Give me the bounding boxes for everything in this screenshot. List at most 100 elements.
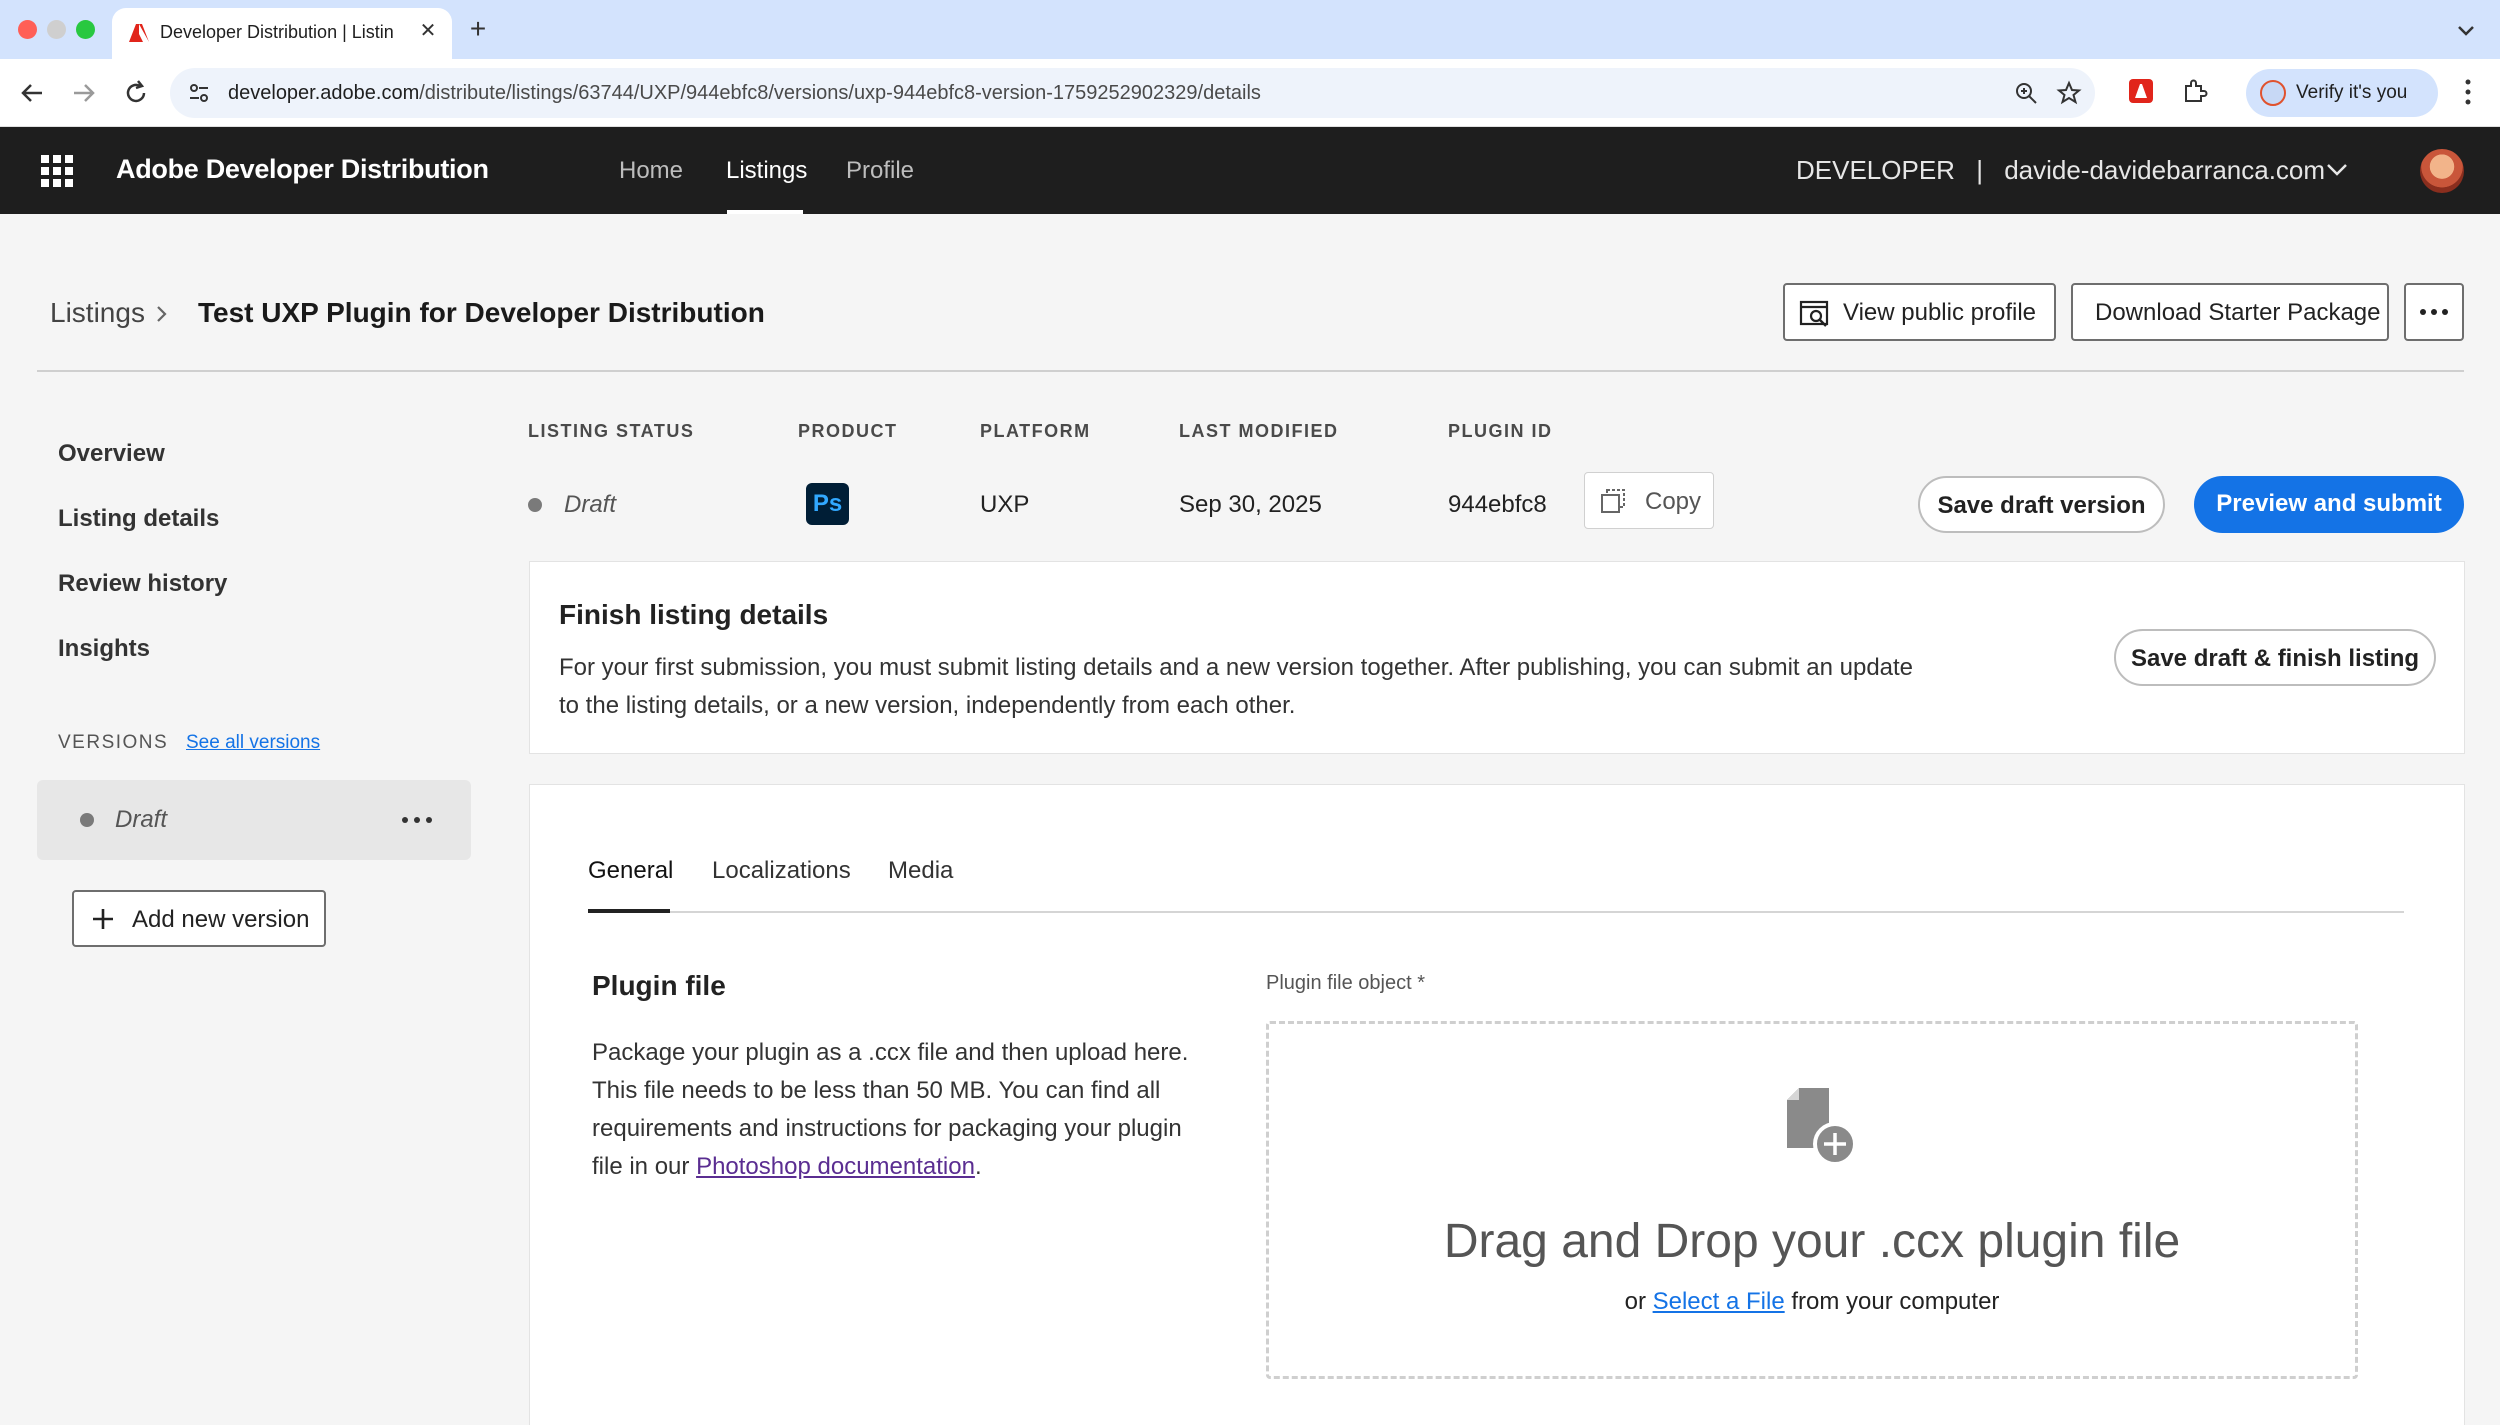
dropzone-or: or bbox=[1624, 1288, 1653, 1315]
header-listing-status: LISTING STATUS bbox=[528, 421, 695, 441]
url-text: developer.adobe.com/distribute/listings/… bbox=[228, 82, 1261, 105]
finish-listing-body: For your first submission, you must subm… bbox=[559, 649, 1939, 725]
status-dot-icon bbox=[80, 813, 94, 827]
tabs-divider bbox=[588, 911, 2404, 913]
platform-value: UXP bbox=[980, 491, 1030, 518]
site-info-icon[interactable] bbox=[186, 80, 212, 106]
version-label: Draft bbox=[115, 806, 168, 833]
finish-body-line-2: to the listing details, or a new version… bbox=[559, 692, 1296, 719]
photoshop-icon: Ps bbox=[806, 483, 849, 525]
tab-general[interactable]: General bbox=[588, 857, 673, 885]
bookmark-star-icon[interactable] bbox=[2056, 80, 2082, 106]
header-platform: PLATFORM bbox=[980, 421, 1091, 441]
tab-active-indicator bbox=[588, 909, 670, 913]
plus-icon bbox=[93, 909, 113, 929]
copy-plugin-id-button[interactable]: Copy bbox=[1584, 472, 1714, 529]
plugin-file-line-4: file in our Photoshop documentation. bbox=[592, 1148, 1192, 1186]
listing-status-value: Draft bbox=[564, 491, 617, 518]
versions-heading: VERSIONS bbox=[58, 732, 169, 753]
plugin-id-value: 944ebfc8 bbox=[1448, 491, 1547, 518]
window-close-button[interactable] bbox=[18, 20, 37, 39]
tab-title: Developer Distribution | Listin bbox=[160, 22, 394, 42]
save-draft-finish-listing-label: Save draft & finish listing bbox=[2130, 645, 2420, 672]
window-minimize-button[interactable] bbox=[47, 20, 66, 39]
select-a-file-link[interactable]: Select a File bbox=[1653, 1288, 1785, 1315]
url-path: /distribute/listings/63744/UXP/944ebfc8/… bbox=[419, 82, 1261, 104]
version-item-draft[interactable]: Draft bbox=[37, 780, 471, 860]
adobe-extension-icon[interactable] bbox=[2127, 77, 2155, 105]
zoom-icon[interactable] bbox=[2013, 80, 2039, 106]
dropzone-suffix: from your computer bbox=[1784, 1288, 2000, 1315]
status-dot-icon bbox=[528, 498, 542, 512]
preview-window-icon bbox=[1799, 300, 1829, 327]
last-modified-value: Sep 30, 2025 bbox=[1179, 491, 1322, 518]
sidebar-item-listing-details[interactable]: Listing details bbox=[58, 505, 219, 533]
copy-icon bbox=[1601, 489, 1625, 513]
app-header: Adobe Developer Distribution Home Listin… bbox=[0, 127, 2500, 214]
breadcrumb-chevron-icon bbox=[157, 306, 167, 322]
user-avatar[interactable] bbox=[2420, 149, 2464, 193]
add-new-version-label: Add new version bbox=[132, 906, 310, 933]
finish-listing-title: Finish listing details bbox=[559, 599, 829, 630]
url-bar[interactable]: developer.adobe.com/distribute/listings/… bbox=[170, 68, 2095, 118]
extensions-puzzle-icon[interactable] bbox=[2180, 77, 2208, 105]
back-arrow-icon[interactable] bbox=[16, 77, 48, 109]
plugin-file-title: Plugin file bbox=[592, 970, 726, 1001]
browser-toolbar: developer.adobe.com/distribute/listings/… bbox=[0, 59, 2500, 127]
tab-search-chevron-icon[interactable] bbox=[2450, 14, 2482, 46]
see-all-versions-link[interactable]: See all versions bbox=[186, 732, 320, 754]
file-add-icon bbox=[1787, 1088, 1857, 1166]
browser-menu-icon[interactable] bbox=[2458, 75, 2478, 109]
sidebar-item-overview[interactable]: Overview bbox=[58, 440, 165, 468]
tab-close-icon[interactable]: ✕ bbox=[414, 17, 442, 45]
plugin-file-line-4-prefix: file in our bbox=[592, 1153, 697, 1180]
profile-avatar-icon bbox=[2260, 80, 2286, 106]
browser-tab[interactable]: Developer Distribution | Listin ✕ bbox=[112, 8, 452, 59]
add-new-version-button[interactable]: Add new version bbox=[72, 890, 326, 947]
view-public-profile-button[interactable]: View public profile bbox=[1783, 283, 2056, 341]
brand-title[interactable]: Adobe Developer Distribution bbox=[116, 154, 489, 185]
sidebar-item-review-history[interactable]: Review history bbox=[58, 570, 227, 598]
preview-and-submit-button[interactable]: Preview and submit bbox=[2194, 476, 2464, 533]
finish-body-line-1: For your first submission, you must subm… bbox=[559, 654, 1914, 681]
view-public-profile-label: View public profile bbox=[1843, 299, 2036, 326]
plugin-file-description: Package your plugin as a .ccx file and t… bbox=[592, 1034, 1192, 1186]
account-switcher[interactable]: DEVELOPER | davide-davidebarranca.com bbox=[1796, 155, 2325, 186]
photoshop-documentation-link[interactable]: Photoshop documentation bbox=[696, 1153, 975, 1180]
nav-active-indicator bbox=[727, 210, 803, 214]
chevron-down-icon[interactable] bbox=[2324, 157, 2350, 183]
account-name: davide-davidebarranca.com bbox=[2004, 155, 2326, 185]
breadcrumb-listings[interactable]: Listings bbox=[50, 297, 145, 329]
tab-localizations[interactable]: Localizations bbox=[712, 857, 851, 885]
sidebar-item-insights[interactable]: Insights bbox=[58, 635, 150, 663]
plugin-file-line-3: requirements and instructions for packag… bbox=[592, 1115, 1182, 1142]
nav-listings[interactable]: Listings bbox=[726, 157, 807, 185]
browser-tab-bar: Developer Distribution | Listin ✕ + bbox=[0, 0, 2500, 59]
save-draft-version-button[interactable]: Save draft version bbox=[1918, 476, 2165, 533]
header-product: PRODUCT bbox=[798, 421, 898, 441]
verify-profile-button[interactable]: Verify it's you bbox=[2246, 69, 2438, 117]
plugin-file-object-label: Plugin file object * bbox=[1266, 972, 1425, 994]
url-host: developer.adobe.com bbox=[228, 82, 420, 104]
copy-label: Copy bbox=[1645, 488, 1702, 515]
account-role: DEVELOPER bbox=[1796, 155, 1955, 185]
page-title: Test UXP Plugin for Developer Distributi… bbox=[198, 297, 765, 328]
save-draft-version-label: Save draft version bbox=[1937, 492, 2146, 519]
more-actions-button[interactable] bbox=[2404, 283, 2464, 341]
adobe-logo-icon bbox=[126, 21, 152, 45]
tab-media[interactable]: Media bbox=[888, 857, 953, 885]
plugin-file-dropzone[interactable]: Drag and Drop your .ccx plugin file or S… bbox=[1266, 1021, 2358, 1379]
save-draft-finish-listing-button[interactable]: Save draft & finish listing bbox=[2114, 629, 2436, 686]
new-tab-button[interactable]: + bbox=[462, 14, 494, 46]
window-maximize-button[interactable] bbox=[76, 20, 95, 39]
download-starter-package-button[interactable]: Download Starter Package bbox=[2071, 283, 2389, 341]
forward-arrow-icon[interactable] bbox=[68, 77, 100, 109]
nav-profile[interactable]: Profile bbox=[846, 157, 914, 185]
reload-icon[interactable] bbox=[120, 77, 152, 109]
plugin-file-line-1: Package your plugin as a .ccx file and t… bbox=[592, 1039, 1189, 1066]
app-switcher-grid-icon[interactable] bbox=[40, 154, 74, 188]
version-more-icon[interactable] bbox=[399, 804, 435, 836]
dropzone-subtitle: or Select a File from your computer bbox=[1269, 1288, 2355, 1316]
nav-home[interactable]: Home bbox=[619, 157, 683, 185]
plugin-file-line-4-suffix: . bbox=[974, 1153, 982, 1180]
